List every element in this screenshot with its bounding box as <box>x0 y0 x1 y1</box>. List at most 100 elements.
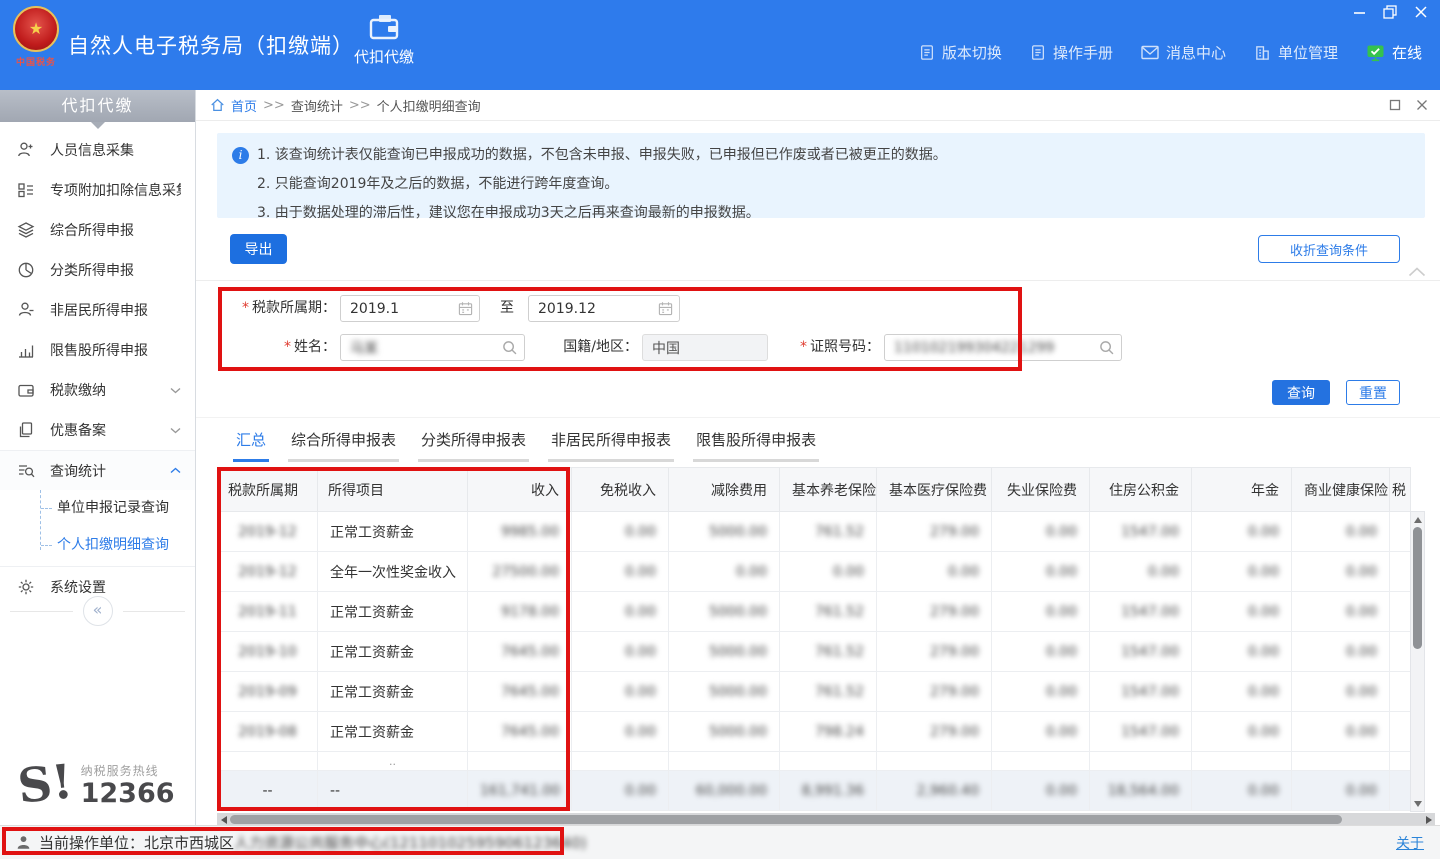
sidebar-collapse-button[interactable]: « <box>83 596 113 626</box>
pie-chart-icon <box>17 261 37 279</box>
query-button[interactable]: 查询 <box>1272 380 1330 405</box>
bar-chart-icon <box>17 341 37 359</box>
window-controls <box>1352 5 1428 19</box>
cell-amount: 0.00 <box>1192 672 1292 712</box>
cell-amount: 0.00 <box>992 771 1090 811</box>
result-tabs: 汇总 综合所得申报表 分类所得申报表 非居民所得申报表 限售股所得申报表 <box>233 429 819 462</box>
cell-amount: 8,991.36 <box>780 771 877 811</box>
cell-amount: 0.00 <box>992 552 1090 592</box>
chevron-down-icon <box>170 427 181 434</box>
scroll-up-arrow[interactable] <box>1411 513 1424 525</box>
sidebar-item-query-statistics[interactable]: 查询统计 <box>0 450 195 490</box>
sidebar-item-preferential-filing[interactable]: 优惠备案 <box>0 410 195 450</box>
table-row[interactable]: 2019-12全年一次性奖金收入27500.000.000.000.000.00… <box>218 552 1411 592</box>
cell-amount: 0.00 <box>992 712 1090 752</box>
nav-version-switch[interactable]: 版本切换 <box>919 42 1002 63</box>
person-icon <box>17 301 37 319</box>
col-header-income: 收入 <box>468 468 572 512</box>
tab-comprehensive-income-form[interactable]: 综合所得申报表 <box>288 429 399 462</box>
col-header-housing-fund: 住房公积金 <box>1090 468 1192 512</box>
cell-amount: 0.00 <box>1192 712 1292 752</box>
nav-online-status[interactable]: 在线 <box>1366 42 1422 63</box>
hotline-number: 12366 <box>81 779 175 809</box>
cell-amount: 0.00 <box>572 592 669 632</box>
scroll-down-arrow[interactable] <box>1411 798 1424 810</box>
tab-nonresident-income-form[interactable]: 非居民所得申报表 <box>548 429 674 462</box>
sidebar-subitem-unit-declaration-query[interactable]: 单位申报记录查询 <box>0 490 195 527</box>
cell-amount: 0.00 <box>1292 552 1390 592</box>
cell-amount: 761.52 <box>780 512 877 552</box>
table-row[interactable]: 2019-12正常工资薪金9985.000.005000.00761.52279… <box>218 512 1411 552</box>
summary-table: 税款所属期 所得项目 收入 免税收入 减除费用 基本养老保险费 基本医疗保险费 … <box>217 467 1411 811</box>
minimize-button[interactable] <box>1352 5 1366 19</box>
panel-maximize-icon[interactable] <box>1389 99 1401 111</box>
cell-tax-period: 2019-12 <box>218 512 318 552</box>
id-number-input[interactable]: 110102199304221299 <box>884 334 1122 361</box>
tab-classified-income-form[interactable]: 分类所得申报表 <box>418 429 529 462</box>
restore-button[interactable] <box>1383 5 1397 19</box>
sidebar-item-classified-income[interactable]: 分类所得申报 <box>0 250 195 290</box>
sidebar-item-comprehensive-income[interactable]: 综合所得申报 <box>0 210 195 250</box>
cell-amount <box>468 752 572 771</box>
cell-amount: 0.00 <box>992 512 1090 552</box>
close-button[interactable] <box>1414 5 1428 19</box>
period-to-input[interactable]: 2019.12 <box>528 295 680 322</box>
breadcrumb-home[interactable]: 首页 <box>231 96 257 115</box>
top-header: ★ 中国税务 自然人电子税务局（扣缴端） 代扣代缴 <box>0 0 1440 90</box>
sidebar-collapse-row: « <box>0 595 195 627</box>
table-row[interactable]: 2019-10正常工资薪金7645.000.005000.00761.52279… <box>218 632 1411 672</box>
horizontal-scroll-thumb[interactable] <box>230 815 1342 824</box>
sidebar-item-tax-payment[interactable]: 税款缴纳 <box>0 370 195 410</box>
vertical-scroll-thumb[interactable] <box>1413 527 1422 649</box>
cell-amount: 1547.00 <box>1090 592 1192 632</box>
sidebar-subitem-personal-withholding-query[interactable]: 个人扣缴明细查询 <box>0 527 195 564</box>
cell-amount: 0.00 <box>572 712 669 752</box>
col-header-medical: 基本医疗保险费 <box>877 468 992 512</box>
tab-withholding-module[interactable]: 代扣代缴 <box>346 13 422 67</box>
collapse-caret-icon <box>1408 267 1426 277</box>
collapse-query-conditions-button[interactable]: 收折查询条件 <box>1258 235 1400 263</box>
cell-amount: 761.52 <box>780 672 877 712</box>
tab-summary[interactable]: 汇总 <box>233 429 269 462</box>
cell-amount <box>1090 752 1192 771</box>
notice-line-1: 1. 该查询统计表仅能查询已申报成功的数据，不包含未申报、申报失败，已申报但已作… <box>257 141 1409 170</box>
search-icon[interactable] <box>502 340 518 356</box>
cell-amount: 0.00 <box>572 552 669 592</box>
table-row[interactable]: 2019-09正常工资薪金7645.000.005000.00761.52279… <box>218 672 1411 712</box>
table-vertical-scrollbar[interactable] <box>1410 511 1425 812</box>
table-row[interactable]: 2019-11正常工资薪金9178.000.005000.00761.52279… <box>218 592 1411 632</box>
nav-user-manual[interactable]: 操作手册 <box>1030 42 1113 63</box>
cell-amount <box>780 752 877 771</box>
current-unit-blurred: 人力资源公共服务中心(12110102595906123640) <box>234 832 587 853</box>
nav-unit-management[interactable]: 单位管理 <box>1254 42 1338 63</box>
cell-amount: 1547.00 <box>1090 672 1192 712</box>
nav-message-center[interactable]: 消息中心 <box>1141 42 1226 63</box>
sidebar-item-personnel-info[interactable]: 人员信息采集 <box>0 130 195 170</box>
hotline-logo: S! 纳税服务热线 12366 <box>18 762 175 809</box>
period-from-input[interactable]: 2019.1 <box>340 295 480 322</box>
sidebar-item-nonresident-income[interactable]: 非居民所得申报 <box>0 290 195 330</box>
home-icon[interactable] <box>210 98 225 112</box>
tab-restricted-stock-form[interactable]: 限售股所得申报表 <box>693 429 819 462</box>
search-icon[interactable] <box>1099 340 1115 356</box>
list-card-icon <box>17 181 37 199</box>
module-tab-label: 代扣代缴 <box>354 46 414 67</box>
panel-close-icon[interactable] <box>1416 99 1428 111</box>
name-input[interactable]: 马某 <box>340 334 525 361</box>
cell-tax-period: 2019-09 <box>218 672 318 712</box>
about-link[interactable]: 关于 <box>1396 833 1424 853</box>
document-icon <box>919 44 935 61</box>
cell-amount: 0.00 <box>877 552 992 592</box>
export-button[interactable]: 导出 <box>230 234 287 264</box>
sidebar-item-restricted-stock[interactable]: 限售股所得申报 <box>0 330 195 370</box>
reset-button[interactable]: 重置 <box>1346 380 1400 405</box>
layers-icon <box>17 221 37 239</box>
calendar-icon[interactable] <box>458 301 473 316</box>
summary-table-head: 税款所属期 所得项目 收入 免税收入 减除费用 基本养老保险费 基本医疗保险费 … <box>218 468 1411 512</box>
sidebar-item-special-deduction[interactable]: 专项附加扣除信息采集 <box>0 170 195 210</box>
cell-amount: 0.00 <box>780 552 877 592</box>
table-row[interactable]: 2019-08正常工资薪金7645.000.005000.00798.24279… <box>218 712 1411 752</box>
gear-icon <box>17 578 37 596</box>
cell-amount <box>572 752 669 771</box>
calendar-icon[interactable] <box>658 301 673 316</box>
